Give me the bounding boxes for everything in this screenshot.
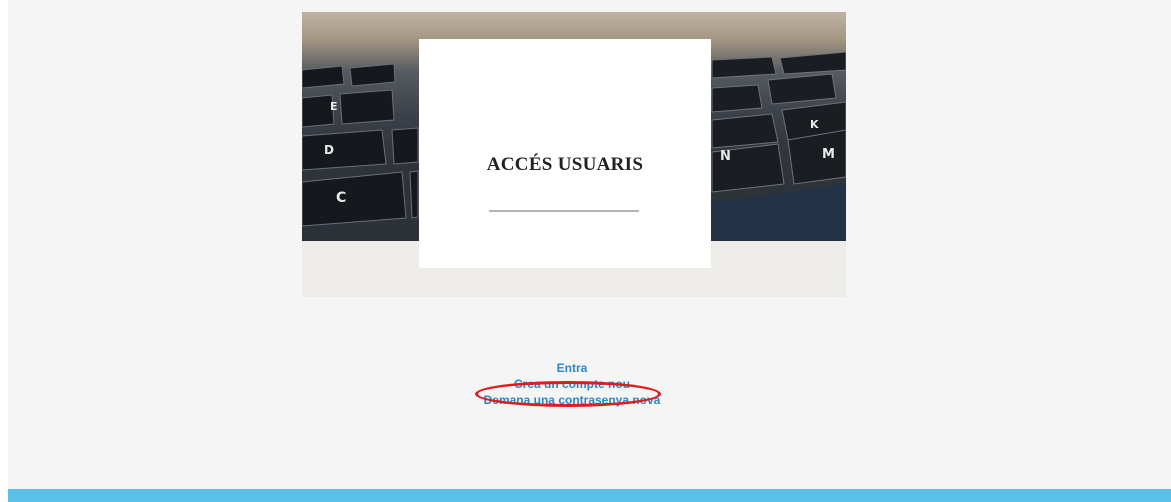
footer-bar bbox=[8, 489, 1171, 502]
hero-banner: E D C N M K ACCÉS USUARIS bbox=[302, 12, 846, 297]
key-label: K bbox=[810, 118, 819, 131]
login-card: ACCÉS USUARIS bbox=[419, 39, 711, 268]
annotation-circle bbox=[475, 381, 661, 407]
key-label: N bbox=[720, 149, 731, 164]
key-label: C bbox=[336, 190, 346, 206]
key-label: D bbox=[324, 143, 334, 157]
key-label: M bbox=[822, 147, 835, 162]
login-link[interactable]: Entra bbox=[372, 360, 772, 376]
key-label: E bbox=[330, 100, 338, 113]
title-divider bbox=[489, 210, 639, 212]
page-title: ACCÉS USUARIS bbox=[486, 154, 644, 175]
